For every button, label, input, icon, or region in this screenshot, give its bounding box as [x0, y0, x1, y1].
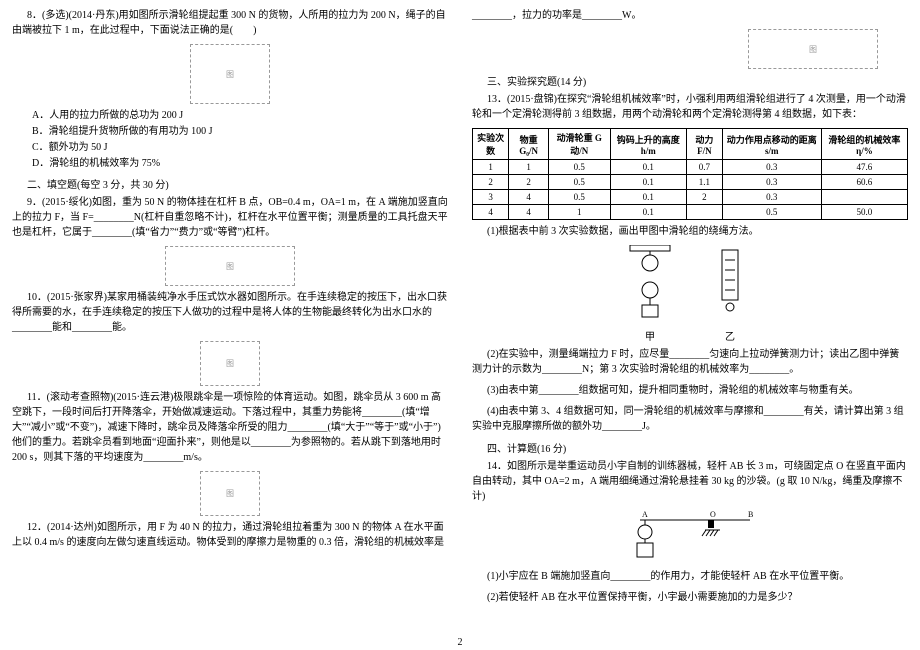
q13-sub3: (3)由表中第________组数据可知，提升相同重物时，滑轮组的机械效率与物重…	[472, 383, 908, 398]
th-distance: 动力作用点移动的距离 s/m	[722, 129, 821, 160]
q13-sub2: (2)在实验中，测量绳端拉力 F 时，应尽量________匀速向上拉动弹簧测力…	[472, 347, 908, 377]
svg-text:B: B	[748, 510, 753, 519]
q14-sub1: (1)小宇应在 B 端施加竖直向________的作用力，才能使轻杆 AB 在水…	[472, 569, 908, 584]
th-force: 动力 F/N	[687, 129, 723, 160]
diagram-jia-label: 甲	[620, 328, 680, 343]
q8-opt-a: A．人用的拉力所做的总功为 200 J	[32, 108, 448, 124]
diagram-yi-label: 乙	[700, 328, 760, 343]
q13-diagrams: 甲 乙	[472, 245, 908, 343]
q9-figure: 图	[12, 246, 448, 286]
svg-text:A: A	[642, 510, 648, 519]
section-4-title: 四、计算题(16 分)	[472, 440, 908, 455]
q14-sub2: (2)若使轻杆 AB 在水平位置保持平衡，小宇最小需要施加的力是多少？	[472, 590, 908, 605]
q12-cont: ________，拉力的功率是________W。	[472, 8, 908, 23]
q11-stem: 11．(滚动考查照物)(2015·连云港)极限跳伞是一项惊险的体育运动。如图，跳…	[12, 390, 448, 465]
th-exp: 实验次数	[473, 129, 509, 160]
q10-figure: 图	[12, 341, 448, 386]
table-row: 110.50.10.70.347.6	[473, 160, 908, 175]
svg-text:O: O	[710, 510, 716, 519]
diagram-jia: 甲	[620, 245, 680, 343]
q8-choices: A．人用的拉力所做的总功为 200 J B．滑轮组提升货物所做的有用功为 100…	[12, 108, 448, 172]
lever-icon: 图	[165, 246, 295, 286]
section-3-title: 三、实验探究题(14 分)	[472, 73, 908, 88]
q8-figure: 图	[12, 44, 448, 104]
table-row: 220.50.11.10.360.6	[473, 175, 908, 190]
q14-figure: A O B	[472, 510, 908, 565]
q13-sub4: (4)由表中第 3、4 组数据可知，同一滑轮组的机械效率与摩擦和________…	[472, 404, 908, 434]
q12-figure: 图	[472, 29, 908, 69]
pulley-group-jia-icon	[620, 245, 680, 325]
q12-stem: 12．(2014·达州)如图所示，用 F 为 40 N 的拉力，通过滑轮组拉着重…	[12, 520, 448, 550]
table-row: 4410.10.550.0	[473, 205, 908, 220]
q8-opt-d: D．滑轮组的机械效率为 75%	[32, 156, 448, 172]
lever-pulley-icon: A O B	[620, 510, 760, 565]
q9-stem: 9．(2015·绥化)如图，重为 50 N 的物体挂在杠杆 B 点，OB=0.4…	[12, 195, 448, 240]
th-weight: 物重 G₀/N	[509, 129, 549, 160]
th-height: 钩码上升的高度 h/m	[610, 129, 686, 160]
page-number: 2	[458, 637, 463, 648]
pulley-person-icon: 图	[190, 44, 270, 104]
q10-stem: 10．(2015·张家界)某家用桶装纯净水手压式饮水器如图所示。在手连续稳定的按…	[12, 290, 448, 335]
th-efficiency: 滑轮组的机械效率 η/%	[821, 129, 907, 160]
q8-stem: 8．(多选)(2014·丹东)用如图所示滑轮组提起重 300 N 的货物，人所用…	[12, 8, 448, 38]
horizontal-pulley-icon: 图	[748, 29, 878, 69]
q14-stem: 14．如图所示是举重运动员小宇自制的训练器械，轻杆 AB 长 3 m，可绕固定点…	[472, 459, 908, 504]
diagram-yi: 乙	[700, 245, 760, 343]
spring-scale-yi-icon	[700, 245, 760, 325]
left-column: 8．(多选)(2014·丹东)用如图所示滑轮组提起重 300 N 的货物，人所用…	[0, 0, 460, 650]
section-2-title: 二、填空题(每空 3 分，共 30 分)	[12, 176, 448, 191]
q8-opt-b: B．滑轮组提升货物所做的有用功为 100 J	[32, 124, 448, 140]
water-dispenser-icon: 图	[200, 341, 260, 386]
table-row: 340.50.120.3	[473, 190, 908, 205]
data-table: 实验次数 物重 G₀/N 动滑轮重 G动/N 钩码上升的高度 h/m 动力 F/…	[472, 128, 908, 220]
table-header-row: 实验次数 物重 G₀/N 动滑轮重 G动/N 钩码上升的高度 h/m 动力 F/…	[473, 129, 908, 160]
th-pulley-weight: 动滑轮重 G动/N	[549, 129, 611, 160]
parachute-icon: 图	[200, 471, 260, 516]
q13-sub1: (1)根据表中前 3 次实验数据，画出甲图中滑轮组的绕绳方法。	[472, 224, 908, 239]
q13-stem: 13．(2015·盘锦)在探究“滑轮组机械效率”时，小强利用两组滑轮组进行了 4…	[472, 92, 908, 122]
right-column: ________，拉力的功率是________W。 图 三、实验探究题(14 分…	[460, 0, 920, 650]
q8-opt-c: C．额外功为 50 J	[32, 140, 448, 156]
q11-figure: 图	[12, 471, 448, 516]
